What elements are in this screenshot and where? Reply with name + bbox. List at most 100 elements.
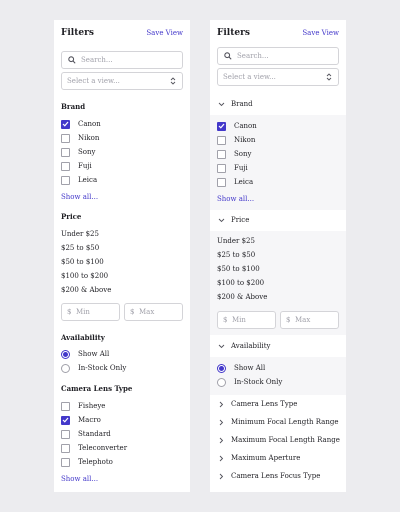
brand-option[interactable]: Nikon [61, 132, 99, 144]
availability-option-label: Show All [234, 364, 266, 372]
lens-type-option[interactable]: Telephoto [61, 456, 113, 468]
collapsed-section-toggle[interactable]: Camera Lens Type [217, 398, 342, 410]
availability-heading: Availability [231, 342, 271, 350]
view-select[interactable]: Select a view... [61, 72, 183, 90]
price-range-option[interactable]: $50 to $100 [217, 265, 260, 273]
chevron-up-down-icon [326, 73, 332, 81]
lens-type-option-label: Telephoto [78, 458, 113, 466]
lens-type-heading: Camera Lens Type [61, 384, 133, 393]
lens-type-option-label: Fisheye [78, 402, 106, 410]
view-select[interactable]: Select a view... [217, 68, 339, 86]
checkbox[interactable] [61, 429, 70, 439]
brand-accordion-toggle[interactable]: Brand [217, 98, 342, 110]
checkbox[interactable] [61, 161, 70, 171]
brand-option-label: Fuji [78, 162, 92, 170]
chevron-right-icon [217, 418, 225, 426]
price-range-option[interactable]: $100 to $200 [217, 279, 264, 287]
radio-button[interactable] [61, 363, 70, 373]
brand-option-label: Leica [78, 176, 98, 184]
availability-option[interactable]: In-Stock Only [217, 376, 282, 388]
search-placeholder: Search... [81, 56, 113, 64]
price-range-option[interactable]: $25 to $50 [61, 244, 99, 252]
radio-button[interactable] [217, 377, 226, 387]
price-min-input[interactable]: $ Min [61, 303, 120, 321]
brand-show-all-link[interactable]: Show all... [217, 195, 254, 203]
lens-type-option[interactable]: Standard [61, 428, 111, 440]
checkbox[interactable] [61, 133, 70, 143]
filters-header: Filters Save View [61, 28, 183, 42]
currency-symbol: $ [130, 308, 135, 316]
checkbox[interactable] [217, 121, 226, 131]
checkbox[interactable] [61, 401, 70, 411]
lens-type-option[interactable]: Macro [61, 414, 101, 426]
price-range-option[interactable]: Under $25 [217, 237, 255, 245]
price-range-option[interactable]: $200 & Above [61, 286, 111, 294]
price-range-option[interactable]: $100 to $200 [61, 272, 108, 280]
brand-option-label: Canon [234, 122, 257, 130]
view-select-placeholder: Select a view... [223, 73, 276, 81]
search-icon [68, 56, 76, 64]
filters-panel-right: Filters Save View Search... Select a vie… [210, 20, 346, 492]
brand-option[interactable]: Sony [61, 146, 95, 158]
brand-option-label: Sony [234, 150, 252, 158]
price-range-option[interactable]: $25 to $50 [217, 251, 255, 259]
brand-heading: Brand [231, 100, 253, 108]
checkbox[interactable] [61, 147, 70, 157]
filters-title: Filters [217, 28, 250, 38]
availability-accordion-toggle[interactable]: Availability [217, 340, 342, 352]
checkbox[interactable] [217, 177, 226, 187]
filters-title: Filters [61, 28, 94, 38]
lens-type-option[interactable]: Fisheye [61, 400, 105, 412]
collapsed-section-label: Maximum Aperture [231, 454, 301, 462]
chevron-down-icon [217, 342, 225, 350]
filters-panel-left: Filters Save View Search... Select a vie… [54, 20, 190, 492]
availability-option[interactable]: Show All [61, 348, 109, 360]
search-input[interactable]: Search... [61, 51, 183, 69]
price-range-option[interactable]: Under $25 [61, 230, 99, 238]
brand-option[interactable]: Nikon [217, 134, 255, 146]
checkbox[interactable] [217, 149, 226, 159]
availability-option[interactable]: In-Stock Only [61, 362, 126, 374]
brand-option[interactable]: Canon [61, 118, 101, 130]
checkbox[interactable] [217, 135, 226, 145]
save-view-link[interactable]: Save View [146, 29, 183, 37]
checkbox[interactable] [61, 415, 70, 425]
checkbox[interactable] [61, 443, 70, 453]
lens-show-all-link[interactable]: Show all... [61, 475, 98, 483]
collapsed-section-toggle[interactable]: Maximum Focal Length Range [217, 434, 342, 446]
price-accordion-toggle[interactable]: Price [217, 214, 342, 226]
price-heading: Price [231, 216, 250, 224]
price-max-input[interactable]: $ Max [124, 303, 183, 321]
collapsed-section-toggle[interactable]: Maximum Aperture [217, 452, 342, 464]
collapsed-section-toggle[interactable]: Minimum Focal Length Range [217, 416, 342, 428]
brand-show-all-link[interactable]: Show all... [61, 193, 98, 201]
price-range-option[interactable]: $200 & Above [217, 293, 267, 301]
brand-option[interactable]: Sony [217, 148, 251, 160]
collapsed-section-toggle[interactable]: Camera Lens Focus Type [217, 470, 342, 482]
brand-option[interactable]: Leica [217, 176, 253, 188]
checkbox[interactable] [61, 457, 70, 467]
radio-button[interactable] [61, 349, 70, 359]
price-max-input[interactable]: $ Max [280, 311, 339, 329]
search-input[interactable]: Search... [217, 47, 339, 65]
price-min-input[interactable]: $ Min [217, 311, 276, 329]
view-select-placeholder: Select a view... [67, 77, 120, 85]
price-range-option[interactable]: $50 to $100 [61, 258, 104, 266]
lens-type-option[interactable]: Teleconverter [61, 442, 127, 454]
checkbox[interactable] [217, 163, 226, 173]
checkbox[interactable] [61, 119, 70, 129]
radio-button[interactable] [217, 363, 226, 373]
brand-option[interactable]: Fuji [217, 162, 248, 174]
brand-option[interactable]: Canon [217, 120, 257, 132]
brand-option-label: Nikon [78, 134, 100, 142]
brand-option-label: Canon [78, 120, 101, 128]
availability-option[interactable]: Show All [217, 362, 265, 374]
save-view-link[interactable]: Save View [302, 29, 339, 37]
brand-heading: Brand [61, 102, 86, 111]
brand-option[interactable]: Fuji [61, 160, 92, 172]
availability-option-label: In-Stock Only [78, 364, 127, 372]
brand-option[interactable]: Leica [61, 174, 97, 186]
checkbox[interactable] [61, 175, 70, 185]
search-placeholder: Search... [237, 52, 269, 60]
currency-symbol: $ [286, 316, 291, 324]
